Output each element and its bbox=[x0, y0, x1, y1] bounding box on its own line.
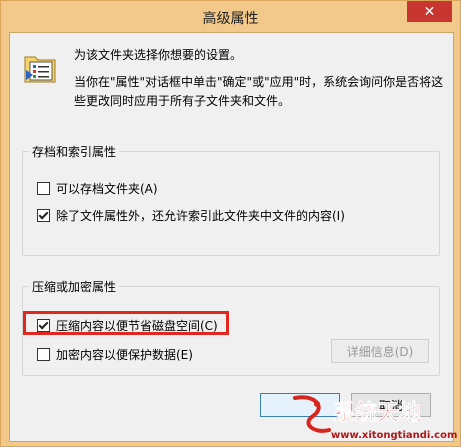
watermark-url: www.xitongtiandi.com bbox=[331, 430, 457, 441]
compress-highlight-box bbox=[23, 311, 229, 335]
archive-label: 可以存档文件夹(A) bbox=[56, 182, 158, 196]
details-button[interactable]: 详细信息(D) bbox=[331, 339, 429, 363]
archive-group-title: 存档和索引属性 bbox=[29, 143, 120, 160]
title-bar[interactable]: 高级属性 ✕ bbox=[1, 1, 460, 31]
folder-properties-icon bbox=[24, 56, 56, 83]
description-line1: 为该文件夹选择你想要的设置。 bbox=[74, 48, 243, 62]
site-watermark: 系统天地 www.xitongtiandi.com bbox=[293, 395, 457, 441]
close-icon: ✕ bbox=[423, 3, 436, 20]
watermark-logo-icon bbox=[293, 395, 331, 433]
index-checkbox-row[interactable]: 除了文件属性外，还允许索引此文件夹中文件的内容(I) bbox=[37, 207, 345, 224]
dialog-body: 为该文件夹选择你想要的设置。 当你在"属性"对话框中单击"确定"或"应用"时，系… bbox=[9, 32, 454, 442]
encrypt-checkbox-row[interactable]: 加密内容以便保护数据(E) bbox=[37, 346, 193, 363]
close-button[interactable]: ✕ bbox=[407, 1, 452, 22]
compress-group-title: 压缩或加密属性 bbox=[29, 278, 120, 295]
encrypt-label: 加密内容以便保护数据(E) bbox=[56, 348, 193, 362]
encrypt-checkbox[interactable] bbox=[37, 348, 50, 361]
description-line2: 当你在"属性"对话框中单击"确定"或"应用"时，系统会询问你是否将这些更改同时应… bbox=[74, 75, 444, 108]
watermark-text: 系统天地 bbox=[333, 400, 421, 426]
archive-checkbox[interactable] bbox=[37, 182, 50, 195]
index-label: 除了文件属性外，还允许索引此文件夹中文件的内容(I) bbox=[56, 209, 345, 223]
advanced-attributes-dialog: 高级属性 ✕ 为该文件夹选择你想要的设置。 当你在"属性"对话框中单击"确定"或… bbox=[0, 0, 461, 447]
index-checkbox[interactable] bbox=[37, 209, 50, 222]
archive-checkbox-row[interactable]: 可以存档文件夹(A) bbox=[37, 180, 158, 197]
archive-index-group: 存档和索引属性 可以存档文件夹(A) 除了文件属性外，还允许索引此文件夹中文件的… bbox=[22, 143, 440, 256]
dialog-title: 高级属性 bbox=[202, 11, 259, 27]
